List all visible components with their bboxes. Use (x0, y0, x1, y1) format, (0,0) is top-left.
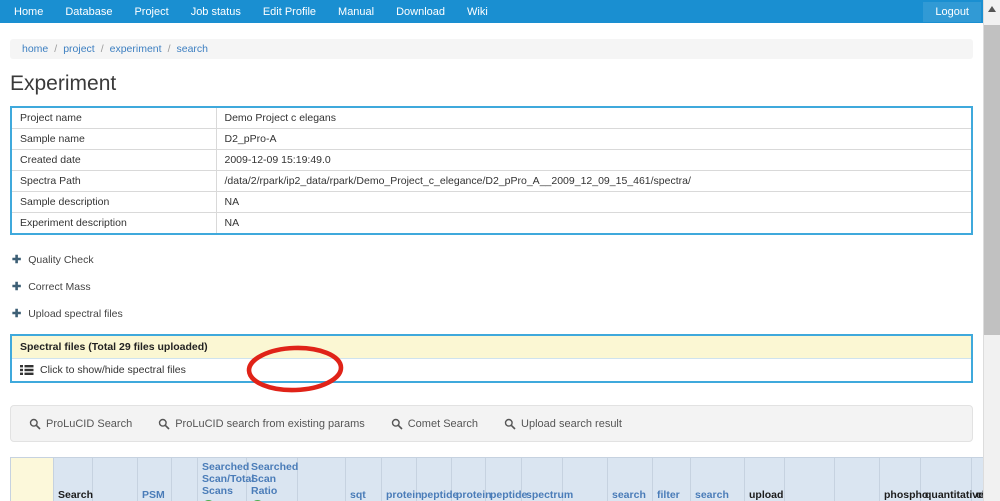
info-label: Created date (10, 149, 217, 171)
section-quality-check[interactable]: ✚ Quality Check (12, 253, 973, 267)
section-label: Upload spectral files (28, 307, 123, 320)
table-row: Sample description NA (10, 191, 973, 213)
search-toolbar: ProLuCID Search ProLuCID search from exi… (10, 405, 973, 442)
prolucid-search-button[interactable]: ProLuCID Search (19, 418, 148, 430)
breadcrumb-experiment[interactable]: experiment (110, 43, 162, 55)
search-icon (504, 418, 516, 430)
search-icon (159, 418, 170, 430)
logout-button[interactable]: Logout (923, 1, 981, 22)
list-icon (20, 365, 34, 375)
collapsible-sections: ✚ Quality Check ✚ Correct Mass ✚ Upload … (10, 253, 973, 321)
page-title: Experiment (10, 72, 117, 95)
col-protein-fdr[interactable]: protein FDR (451, 457, 492, 501)
table-row: Experiment description NA (10, 212, 973, 235)
col-protein-ids[interactable]: protein ids (381, 457, 422, 501)
nav-home[interactable]: Home (6, 2, 51, 22)
col-upload-files: upload files (744, 457, 785, 501)
plus-icon: ✚ (12, 254, 22, 266)
col-spectrum-fdr[interactable]: spectrum FDR (521, 457, 573, 501)
button-label: ProLuCID Search (46, 417, 133, 430)
table-row: Project name Demo Project c elegans (10, 106, 973, 129)
breadcrumb: home / project / experiment / search (10, 39, 973, 59)
section-correct-mass[interactable]: ✚ Correct Mass (12, 280, 973, 294)
col-filter-params[interactable]: filter params (652, 457, 691, 501)
search-results-table: ID Search Results DeltaMass PSM Score na… (10, 457, 983, 501)
col-mzident: mzIdent (834, 457, 880, 501)
vertical-scrollbar[interactable] (983, 0, 1000, 501)
col-psm-score[interactable]: PSM Score (137, 457, 172, 501)
comet-search-button[interactable]: Comet Search (381, 418, 494, 430)
section-upload-spectral-files[interactable]: ✚ Upload spectral files (12, 307, 973, 321)
table-row: Sample name D2_pPro-A (10, 128, 973, 150)
info-value: NA (215, 191, 973, 213)
info-value: /data/2/rpark/ip2_data/rpark/Demo_Projec… (215, 170, 973, 192)
section-label: Correct Mass (28, 280, 91, 293)
col-peptide-fdr[interactable]: peptide FDR (485, 457, 527, 501)
prolucid-search-existing-params-button[interactable]: ProLuCID search from existing params (148, 418, 381, 430)
col-peptide-ids[interactable]: peptide ids (416, 457, 458, 501)
col-search-params[interactable]: search params (607, 457, 653, 501)
info-label: Sample name (10, 128, 217, 150)
info-label: Project name (10, 106, 217, 129)
nav-edit-profile[interactable]: Edit Profile (255, 2, 324, 22)
breadcrumb-separator: / (100, 43, 104, 55)
plus-icon: ✚ (12, 281, 22, 293)
breadcrumb-project[interactable]: project (63, 43, 95, 55)
spectral-files-header: Spectral files (Total 29 files uploaded) (12, 336, 971, 359)
search-results-table-wrap: ID Search Results DeltaMass PSM Score na… (10, 457, 983, 501)
col-quantitative: quantitative analysis (920, 457, 983, 501)
nav-manual[interactable]: Manual (330, 2, 382, 22)
col-search-results: Search Results (53, 457, 93, 501)
col-id: ID (10, 457, 54, 501)
col-phospho: phospho analysis (879, 457, 928, 501)
nav-download[interactable]: Download (388, 2, 453, 22)
nav-wiki[interactable]: Wiki (459, 2, 496, 22)
spectral-files-panel: Spectral files (Total 29 files uploaded)… (10, 334, 973, 383)
nav-database[interactable]: Database (57, 2, 120, 22)
col-search-status[interactable]: search status (690, 457, 745, 501)
scrollbar-up-arrow-icon[interactable] (988, 6, 996, 12)
breadcrumb-home[interactable]: home (22, 43, 48, 55)
upload-search-result-button[interactable]: Upload search result (494, 418, 638, 430)
info-value: NA (215, 212, 973, 235)
info-value: 2009-12-09 15:19:49.0 (215, 149, 973, 171)
breadcrumb-separator: / (54, 43, 58, 55)
info-value: D2_pPro-A (215, 128, 973, 150)
nav-job-status[interactable]: Job status (183, 2, 249, 22)
scrollbar-thumb[interactable] (984, 25, 1000, 335)
search-icon (391, 418, 403, 430)
section-label: Quality Check (28, 253, 94, 266)
button-label: ProLuCID search from existing params (175, 417, 365, 430)
col-label: Searched Scan Ratio (251, 461, 299, 497)
table-row: Created date 2009-12-09 15:19:49.0 (10, 149, 973, 171)
search-icon (29, 418, 41, 430)
col-date[interactable]: date (297, 457, 346, 501)
breadcrumb-search[interactable]: search (177, 43, 209, 55)
info-label: Spectra Path (10, 170, 217, 192)
info-label: Experiment description (10, 212, 217, 235)
info-label: Sample description (10, 191, 217, 213)
button-label: Comet Search (407, 417, 479, 430)
spectral-files-toggle[interactable]: Click to show/hide spectral files (12, 359, 971, 381)
col-deltamass[interactable]: DeltaMass (92, 457, 138, 501)
col-scan-ratio[interactable]: Searched Scan Ratio ? (246, 457, 299, 501)
info-value: Demo Project c elegans (215, 106, 973, 129)
col-searched-scans[interactable]: Searched Scan/Total Scans ? (197, 457, 255, 501)
col-dtaselect: DTASelect (784, 457, 835, 501)
breadcrumb-separator: / (167, 43, 171, 55)
header-row: ID Search Results DeltaMass PSM Score na… (10, 457, 983, 501)
col-name[interactable]: name (171, 457, 198, 501)
col-label: Searched Scan/Total Scans (202, 461, 255, 497)
col-sqt-count[interactable]: sqt count (345, 457, 382, 501)
nav-project[interactable]: Project (126, 2, 176, 22)
spectral-files-toggle-label: Click to show/hide spectral files (40, 364, 186, 376)
table-row: Spectra Path /data/2/rpark/ip2_data/rpar… (10, 170, 973, 192)
experiment-info-table: Project name Demo Project c elegans Samp… (10, 106, 973, 235)
top-navbar: Home Database Project Job status Edit Pr… (0, 0, 983, 23)
plus-icon: ✚ (12, 308, 22, 320)
button-label: Upload search result (521, 417, 622, 430)
